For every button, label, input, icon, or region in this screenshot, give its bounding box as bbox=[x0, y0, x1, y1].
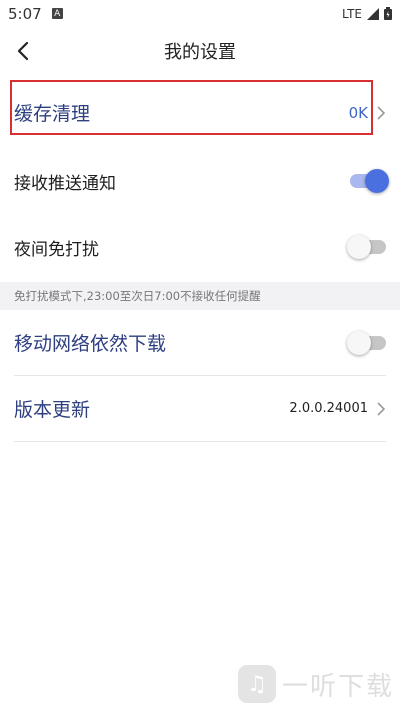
version-value: 2.0.0.24001 bbox=[289, 401, 368, 416]
night-dnd-row: 夜间免打扰 bbox=[0, 212, 400, 282]
watermark: ♫ 一听下载 bbox=[237, 665, 394, 703]
chevron-right-icon bbox=[377, 401, 386, 416]
push-notification-label: 接收推送通知 bbox=[14, 173, 116, 194]
night-dnd-toggle[interactable] bbox=[347, 235, 386, 259]
mobile-download-toggle[interactable] bbox=[347, 330, 386, 355]
signal-icon bbox=[367, 7, 379, 20]
status-bar: 5:07 A LTE bbox=[0, 0, 400, 27]
cache-clear-row[interactable]: 缓存清理 0K bbox=[0, 75, 400, 150]
version-update-row[interactable]: 版本更新 2.0.0.24001 bbox=[0, 376, 400, 441]
watermark-logo-icon: ♫ bbox=[237, 665, 276, 703]
mobile-download-label: 移动网络依然下载 bbox=[14, 333, 167, 355]
dnd-note: 免打扰模式下,23:00至次日7:00不接收任何提醒 bbox=[0, 282, 400, 310]
battery-icon bbox=[384, 7, 392, 20]
divider bbox=[14, 441, 386, 442]
header-bar: 我的设置 bbox=[0, 27, 400, 75]
network-label: LTE bbox=[342, 6, 362, 21]
chevron-right-icon bbox=[377, 105, 386, 120]
watermark-text: 一听下载 bbox=[281, 671, 394, 702]
mobile-download-row: 移动网络依然下载 bbox=[0, 310, 400, 375]
back-arrow-icon[interactable] bbox=[14, 41, 34, 61]
night-dnd-label: 夜间免打扰 bbox=[14, 239, 99, 260]
notification-icon: A bbox=[51, 8, 63, 19]
status-time: 5:07 bbox=[8, 4, 42, 23]
version-update-label: 版本更新 bbox=[14, 399, 91, 421]
push-notification-toggle[interactable] bbox=[350, 169, 389, 193]
page-title: 我的设置 bbox=[164, 42, 236, 63]
push-notification-row: 接收推送通知 bbox=[0, 150, 400, 212]
highlight-box bbox=[10, 80, 373, 135]
